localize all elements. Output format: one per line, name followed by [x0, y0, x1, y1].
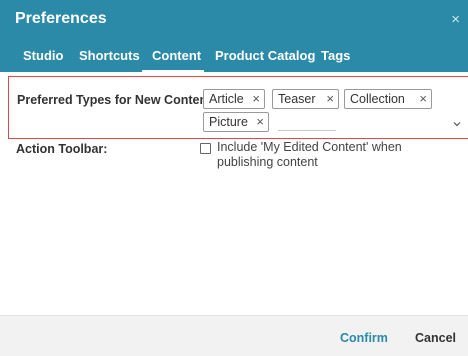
chip-label: Collection — [350, 92, 405, 106]
tab-tags[interactable]: Tags — [321, 48, 350, 63]
remove-icon[interactable]: × — [256, 113, 264, 131]
tab-studio[interactable]: Studio — [23, 48, 63, 63]
preferred-types-label: Preferred Types for New Content: — [17, 93, 216, 107]
close-icon[interactable]: × — [451, 12, 460, 28]
cancel-button[interactable]: Cancel — [415, 331, 456, 345]
tab-bar: Studio Shortcuts Content Product Catalog… — [0, 44, 468, 72]
active-tab-indicator — [142, 70, 204, 72]
chip-picture: Picture × — [203, 112, 269, 132]
preferred-types-row: Preferred Types for New Content: Article… — [8, 76, 468, 139]
tab-product-catalog[interactable]: Product Catalog — [215, 48, 315, 63]
checkbox-icon[interactable] — [200, 143, 211, 154]
content-type-input[interactable] — [278, 117, 336, 131]
chip-article: Article × — [203, 89, 265, 109]
chip-collection: Collection × — [344, 89, 432, 109]
tab-content[interactable]: Content — [152, 48, 201, 63]
include-edited-content-label[interactable]: Include 'My Edited Content' when publish… — [217, 140, 457, 170]
tab-shortcuts[interactable]: Shortcuts — [79, 48, 140, 63]
confirm-button[interactable]: Confirm — [340, 331, 388, 345]
dialog-footer: Confirm Cancel — [0, 315, 468, 356]
remove-icon[interactable]: × — [252, 90, 260, 108]
chip-label: Picture — [209, 115, 248, 129]
remove-icon[interactable]: × — [419, 90, 427, 108]
remove-icon[interactable]: × — [326, 90, 334, 108]
chip-teaser: Teaser × — [272, 89, 339, 109]
dialog-header: Preferences × Studio Shortcuts Content P… — [0, 0, 468, 72]
chip-label: Teaser — [278, 92, 316, 106]
chevron-down-icon[interactable] — [451, 118, 463, 130]
dialog-title: Preferences — [15, 10, 107, 27]
chip-label: Article — [209, 92, 244, 106]
preferences-dialog: Preferences × Studio Shortcuts Content P… — [0, 0, 468, 356]
action-toolbar-label: Action Toolbar: — [16, 142, 108, 156]
